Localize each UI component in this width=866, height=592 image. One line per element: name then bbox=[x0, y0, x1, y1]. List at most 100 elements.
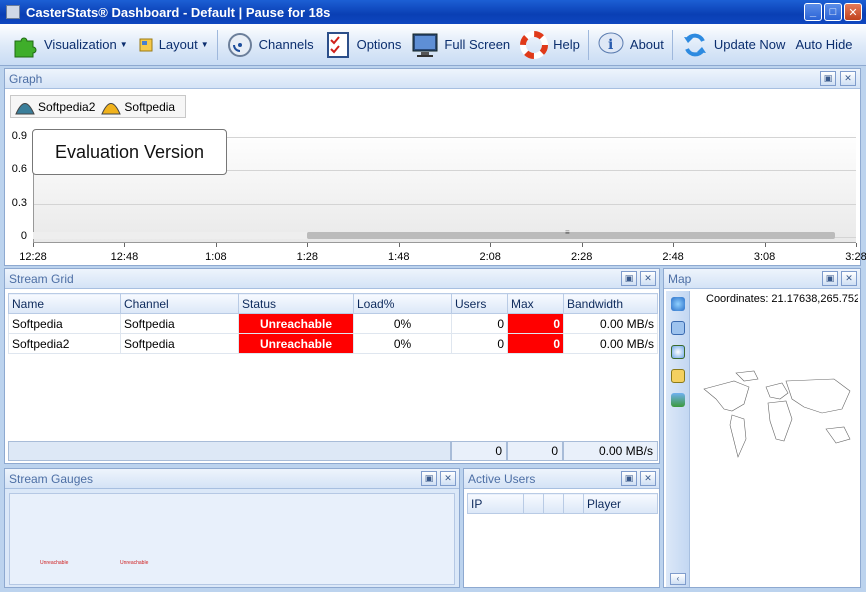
stream-grid-title: Stream Grid bbox=[9, 271, 74, 286]
stream-table: Name Channel Status Load% Users Max Band… bbox=[8, 293, 658, 354]
column-header-users[interactable]: Users bbox=[451, 293, 508, 314]
toolbar-separator bbox=[671, 29, 673, 60]
graph-panel: Graph ▣ ✕ Softpedia2 Softpedia 0.9 0.6 0.3… bbox=[4, 68, 866, 266]
gauges-area: Unreachable Unreachable bbox=[9, 493, 455, 585]
stream-grid-panel: Stream Grid ▣ ✕ Name Channel Status Load… bbox=[4, 268, 660, 464]
map-title: Map bbox=[668, 271, 692, 286]
full-screen-button[interactable]: Full Screen bbox=[406, 27, 515, 63]
graph-title: Graph bbox=[9, 71, 43, 86]
layout-button[interactable]: Layout ▼ bbox=[133, 27, 214, 63]
zoom-extent-icon[interactable] bbox=[670, 369, 685, 383]
x-tick-mark bbox=[124, 243, 126, 247]
cell-load: 0% bbox=[353, 333, 452, 354]
monitor-icon bbox=[411, 31, 439, 59]
about-label: About bbox=[629, 37, 664, 52]
x-tick-label: 3:28 bbox=[845, 251, 866, 263]
close-icon[interactable]: ✕ bbox=[640, 271, 656, 286]
column-header-status[interactable]: Status bbox=[238, 293, 354, 314]
chart-scrollbar[interactable]: ≡ bbox=[307, 228, 835, 239]
image-icon[interactable] bbox=[670, 393, 685, 407]
cell-users: 0 bbox=[451, 333, 508, 354]
active-users-title: Active Users bbox=[468, 471, 536, 486]
x-tick-mark bbox=[673, 243, 675, 247]
column-header-load[interactable]: Load% bbox=[353, 293, 452, 314]
total-max: 0 bbox=[507, 441, 563, 461]
select-region-icon[interactable] bbox=[670, 321, 685, 335]
legend-item[interactable]: Softpedia2 bbox=[15, 99, 95, 115]
window-title: CasterStats® Dashboard - Default | Pause… bbox=[26, 4, 331, 20]
lifebuoy-icon bbox=[520, 30, 549, 59]
close-button[interactable]: ✕ bbox=[844, 3, 862, 21]
scroll-grip: ≡ bbox=[565, 228, 570, 237]
toolbar-separator bbox=[216, 29, 218, 60]
table-row[interactable]: Softpedia Softpedia Unreachable 0% 0 0 0… bbox=[8, 313, 658, 334]
stream-grid-header: Stream Grid ▣ ✕ bbox=[5, 269, 659, 289]
x-tick-label: 3:08 bbox=[753, 251, 776, 263]
svg-text:i: i bbox=[608, 37, 613, 53]
column-header-bandwidth[interactable]: Bandwidth bbox=[563, 293, 658, 314]
graph-panel-header: Graph ▣ ✕ bbox=[5, 69, 860, 89]
gauge-status: Unreachable bbox=[40, 560, 69, 566]
cell-bandwidth: 0.00 MB/s bbox=[563, 333, 658, 354]
chart-scroll-track[interactable] bbox=[33, 232, 307, 239]
close-icon[interactable]: ✕ bbox=[841, 271, 857, 286]
gridline bbox=[34, 203, 856, 205]
pin-icon[interactable]: ▣ bbox=[820, 71, 836, 86]
legend-item[interactable]: Softpedia bbox=[101, 99, 175, 115]
column-header-max[interactable]: Max bbox=[507, 293, 564, 314]
update-now-button[interactable]: Update Now bbox=[676, 27, 791, 63]
zoom-in-icon[interactable] bbox=[670, 345, 685, 359]
help-button[interactable]: Help bbox=[515, 27, 585, 63]
options-label: Options bbox=[356, 37, 402, 52]
y-tick-label: 0.9 bbox=[11, 129, 27, 142]
column-header-player[interactable]: Player bbox=[583, 493, 658, 514]
satellite-dish-icon bbox=[226, 31, 254, 59]
column-header-3[interactable] bbox=[543, 493, 564, 514]
help-label: Help bbox=[553, 37, 580, 52]
minimize-button[interactable]: _ bbox=[804, 3, 822, 21]
pin-icon[interactable]: ▣ bbox=[621, 271, 637, 286]
app-icon bbox=[6, 5, 20, 19]
globe-icon[interactable] bbox=[670, 297, 685, 311]
close-icon[interactable]: ✕ bbox=[640, 471, 656, 486]
map-header: Map ▣ ✕ bbox=[664, 269, 860, 289]
column-header-channel[interactable]: Channel bbox=[120, 293, 239, 314]
channels-button[interactable]: Channels bbox=[221, 27, 319, 63]
channels-label: Channels bbox=[258, 37, 314, 52]
checklist-icon bbox=[324, 31, 352, 59]
options-button[interactable]: Options bbox=[319, 27, 407, 63]
pin-icon[interactable]: ▣ bbox=[421, 471, 437, 486]
visualization-button[interactable]: Visualization ▼ bbox=[6, 27, 133, 63]
table-row[interactable]: Softpedia2 Softpedia Unreachable 0% 0 0 … bbox=[8, 333, 658, 354]
active-users-header: Active Users ▣ ✕ bbox=[464, 469, 659, 489]
x-tick-label: 2:28 bbox=[570, 251, 593, 263]
cell-status: Unreachable bbox=[238, 333, 354, 354]
pin-icon[interactable]: ▣ bbox=[822, 271, 838, 286]
y-tick-label: 0 bbox=[20, 230, 27, 243]
about-button[interactable]: i About bbox=[592, 27, 669, 63]
full-screen-label: Full Screen bbox=[444, 37, 511, 52]
totals-spacer bbox=[8, 441, 451, 461]
legend-label: Softpedia2 bbox=[38, 99, 96, 114]
x-tick-mark bbox=[33, 243, 34, 247]
column-header-2[interactable] bbox=[523, 493, 544, 514]
collapse-icon[interactable]: ‹ bbox=[670, 573, 686, 585]
close-icon[interactable]: ✕ bbox=[840, 71, 856, 86]
cell-channel: Softpedia bbox=[120, 313, 239, 334]
world-map[interactable] bbox=[694, 369, 860, 469]
layout-label: Layout bbox=[158, 37, 198, 52]
auto-hide-button[interactable]: Auto Hide bbox=[790, 27, 857, 63]
pin-icon[interactable]: ▣ bbox=[621, 471, 637, 486]
active-users-panel: Active Users ▣ ✕ IP Player bbox=[463, 468, 660, 588]
cell-name: Softpedia2 bbox=[8, 333, 121, 354]
active-users-table: IP Player bbox=[467, 493, 658, 514]
x-tick-mark bbox=[398, 243, 400, 247]
column-header-name[interactable]: Name bbox=[8, 293, 121, 314]
close-icon[interactable]: ✕ bbox=[440, 471, 456, 486]
chevron-down-icon: ▼ bbox=[200, 40, 209, 49]
column-header-4[interactable] bbox=[563, 493, 584, 514]
stream-gauges-title: Stream Gauges bbox=[9, 471, 94, 486]
cell-users: 0 bbox=[451, 313, 508, 334]
column-header-ip[interactable]: IP bbox=[467, 493, 524, 514]
maximize-button[interactable]: □ bbox=[824, 3, 842, 21]
